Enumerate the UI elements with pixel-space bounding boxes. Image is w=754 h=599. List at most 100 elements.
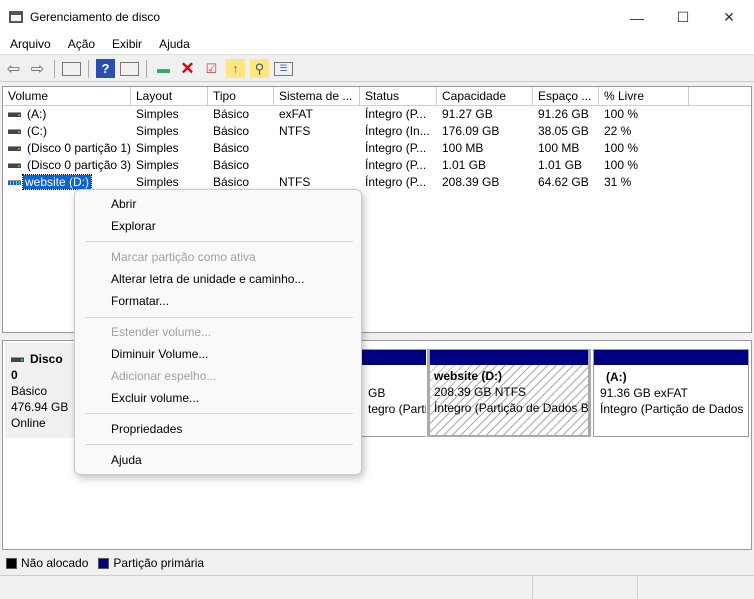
- legend-primary: Partição primária: [113, 556, 205, 570]
- volume-name: website (D:): [21, 174, 93, 190]
- menu-exibir[interactable]: Exibir: [102, 35, 149, 54]
- table-row[interactable]: (Disco 0 partição 1) Simples Básico Íntegro…: [3, 140, 751, 157]
- cell-volume: (C:): [3, 123, 131, 140]
- app-icon: [9, 11, 23, 23]
- column-capacidade[interactable]: Capacidade: [437, 87, 533, 105]
- column-layout[interactable]: Layout: [131, 87, 208, 105]
- menu-item-abrir[interactable]: Abrir: [111, 197, 136, 211]
- close-button[interactable]: ✕: [706, 0, 752, 35]
- volume-name: (A:): [27, 107, 47, 121]
- cell-layout: Simples: [136, 124, 179, 138]
- menu-item-propriedades[interactable]: Propriedades: [111, 422, 182, 436]
- column-tipo[interactable]: Tipo: [208, 87, 274, 105]
- menu-item-alterar-letra-de-unidade-e-caminho[interactable]: Alterar letra de unidade e caminho...: [111, 272, 304, 286]
- table-row[interactable]: (Disco 0 partição 3) Simples Básico Íntegro…: [3, 157, 751, 174]
- cell-tipo: Básico: [213, 124, 250, 138]
- legend-swatch-unallocated: [6, 557, 17, 569]
- partition-name: (A:): [606, 370, 627, 384]
- cell-status: Íntegro (P...: [365, 141, 427, 155]
- table-row[interactable]: (A:) Simples Básico exFAT Íntegro (P... 91.27…: [3, 106, 751, 123]
- column-volume[interactable]: Volume: [3, 87, 131, 105]
- cell-layout: Simples: [136, 158, 179, 172]
- column-status[interactable]: Status: [360, 87, 437, 105]
- cell-espao: 1.01 GB: [538, 158, 583, 172]
- partition-status: tegro (Partiçã: [368, 402, 426, 416]
- cell-livre: 22 %: [604, 124, 632, 138]
- cell-livre: 100 %: [604, 107, 639, 121]
- menu-separator: [85, 413, 353, 414]
- cell-sistemade: [274, 140, 360, 157]
- cell-livre: 100 %: [604, 141, 639, 155]
- drive-icon: [8, 180, 21, 186]
- menu-item-diminuir-volume[interactable]: Diminuir Volume...: [111, 347, 208, 361]
- cell-tipo: Básico: [213, 141, 250, 155]
- connect-drive-icon[interactable]: ▬: [154, 59, 173, 78]
- disk-icon: [11, 357, 24, 363]
- menu-item-formatar[interactable]: Formatar...: [111, 294, 169, 308]
- volume-name: (Disco 0 partição 1): [27, 141, 131, 155]
- table-row[interactable]: (C:) Simples Básico NTFS Íntegro (In... 176.0…: [3, 123, 751, 140]
- cell-espao: 100 MB: [538, 141, 580, 155]
- cell-status: Íntegro (P...: [365, 107, 427, 121]
- menu-item-ajuda[interactable]: Ajuda: [111, 453, 142, 467]
- cell-layout: Simples: [136, 141, 179, 155]
- properties-list-icon[interactable]: ☰: [274, 61, 293, 76]
- forward-icon[interactable]: ⇨: [28, 59, 47, 78]
- console-tree-icon[interactable]: [62, 61, 81, 76]
- maximize-button[interactable]: ☐: [660, 0, 706, 35]
- menu-acao[interactable]: Ação: [58, 35, 102, 54]
- partition-a[interactable]: (A:) 91.36 GB exFAT Íntegro (Partição de…: [593, 349, 749, 437]
- disk-status: Online: [11, 416, 46, 430]
- toolbar-separator: [88, 59, 89, 78]
- partition-size: 91.36 GB exFAT: [600, 386, 688, 400]
- up-folder-icon[interactable]: ↑: [226, 59, 245, 78]
- menu-item-estender-volume: Estender volume...: [111, 325, 212, 339]
- menu-separator: [85, 241, 353, 242]
- cell-espao: 91.26 GB: [538, 107, 589, 121]
- menu-arquivo[interactable]: Arquivo: [0, 35, 58, 54]
- disk-type: Básico: [11, 384, 48, 398]
- toolbar-separator: [146, 59, 147, 78]
- cell-volume: (A:): [3, 106, 131, 123]
- context-menu: Abrir Explorar Marcar partição como ativa A…: [74, 189, 362, 475]
- partition-size: GB: [368, 386, 386, 400]
- partition-website[interactable]: website (D:) 208.39 GB NTFS Íntegro (Par…: [427, 349, 591, 437]
- disk-0-label[interactable]: Disco 0 Básico 476.94 GB Online: [5, 343, 77, 438]
- delete-icon[interactable]: ✕: [178, 59, 197, 78]
- legend-swatch-primary: [98, 557, 110, 569]
- back-icon[interactable]: ⇦: [4, 59, 23, 78]
- legend-unallocated: Não alocado: [21, 556, 89, 570]
- cell-livre: 31 %: [604, 175, 632, 189]
- menu-item-explorar[interactable]: Explorar: [111, 219, 156, 233]
- cell-capacidade: 1.01 GB: [442, 158, 487, 172]
- menu-bar: Arquivo Ação Exibir Ajuda: [0, 35, 754, 55]
- column-livre[interactable]: % Livre: [599, 87, 689, 105]
- cell-livre: 100 %: [604, 158, 639, 172]
- cell-espao: 38.05 GB: [538, 124, 589, 138]
- show-pane-icon[interactable]: [120, 61, 139, 76]
- status-bar: [0, 575, 754, 599]
- check-icon[interactable]: ☑: [202, 59, 221, 78]
- menu-item-excluir-volume[interactable]: Excluir volume...: [111, 391, 199, 405]
- volume-name: (C:): [27, 124, 47, 138]
- menu-ajuda[interactable]: Ajuda: [149, 35, 197, 54]
- cell-capacidade: 208.39 GB: [442, 175, 500, 189]
- column-espaco[interactable]: Espaço ...: [533, 87, 599, 105]
- cell-espao: 64.62 GB: [538, 175, 589, 189]
- cell-layout: Simples: [136, 107, 179, 121]
- drive-icon: [8, 163, 21, 169]
- drive-icon: [8, 112, 21, 118]
- menu-item-adicionar-espelho: Adicionar espelho...: [111, 369, 217, 383]
- search-folder-icon[interactable]: ⚲: [250, 59, 269, 78]
- title-bar: Gerenciamento de disco — ☐ ✕: [0, 0, 754, 35]
- cell-capacidade: 91.27 GB: [442, 107, 493, 121]
- column-sistema[interactable]: Sistema de ...: [274, 87, 360, 105]
- help-icon[interactable]: ?: [96, 59, 115, 78]
- cell-tipo: Básico: [213, 107, 250, 121]
- list-header: Volume Layout Tipo Sistema de ... Status…: [3, 87, 751, 106]
- partition-name: website (D:): [434, 369, 503, 383]
- partition-status: Íntegro (Partição de Dados: [600, 402, 744, 416]
- menu-separator: [85, 317, 353, 318]
- cell-sistemade: exFAT: [279, 107, 313, 121]
- minimize-button[interactable]: —: [614, 0, 660, 35]
